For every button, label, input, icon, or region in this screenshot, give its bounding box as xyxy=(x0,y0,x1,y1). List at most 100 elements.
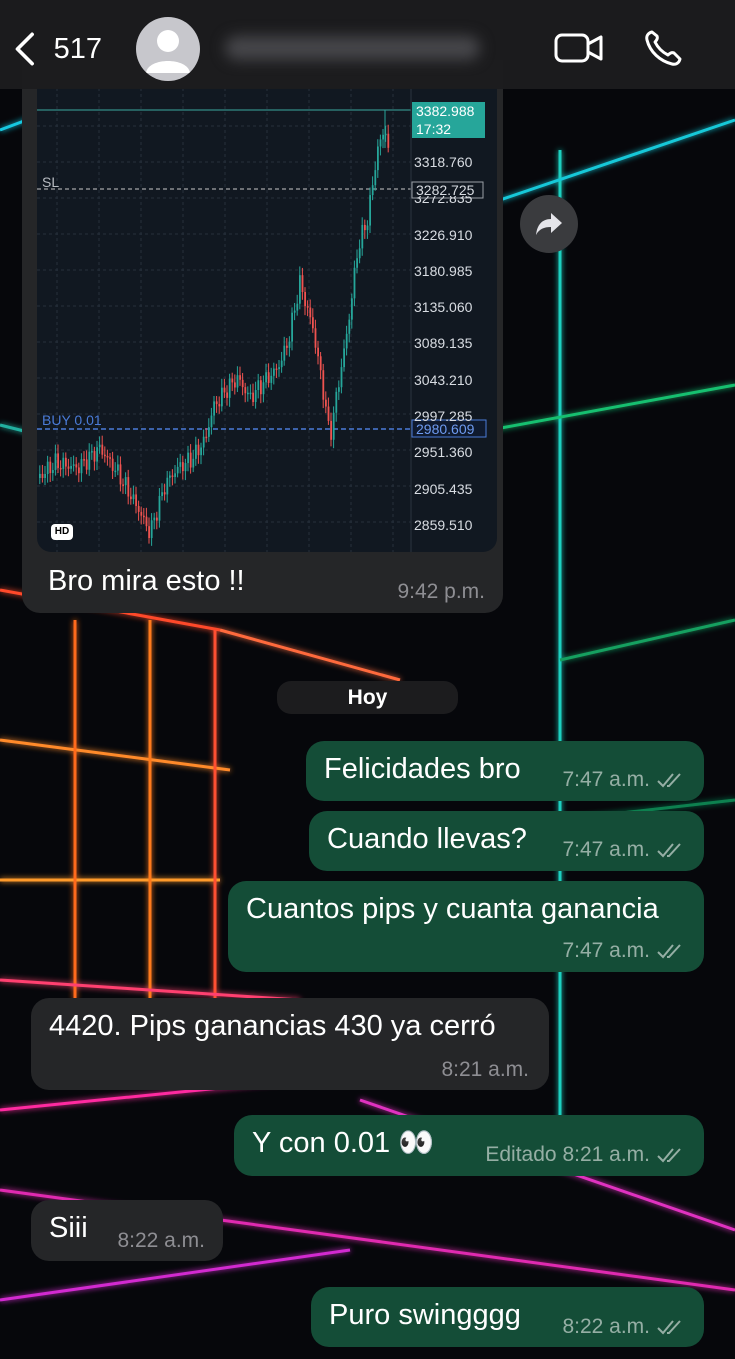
candle-body xyxy=(174,473,176,477)
candle-body xyxy=(356,258,358,268)
candle-body xyxy=(267,372,270,383)
message-time: 7:47 a.m. xyxy=(562,768,686,792)
candle-body xyxy=(49,461,52,474)
sl-label: SL xyxy=(42,174,60,190)
avatar[interactable] xyxy=(136,17,200,81)
candle-body xyxy=(91,451,93,453)
candle-body xyxy=(153,517,156,521)
message-bubble-outgoing[interactable]: Cuando llevas? 7:47 a.m. xyxy=(309,811,704,871)
message-time: 7:47 a.m. xyxy=(562,838,686,862)
candle-body xyxy=(179,462,182,467)
candle-body xyxy=(317,347,319,357)
candle-body xyxy=(163,492,166,495)
candle-body xyxy=(301,275,304,293)
candle-body xyxy=(293,310,296,313)
candle-body xyxy=(210,415,213,428)
buy-label: BUY 0.01 xyxy=(42,412,102,428)
double-check-icon xyxy=(657,944,681,959)
message-text: Bro mira esto !! xyxy=(48,565,245,597)
double-check-icon xyxy=(657,773,681,788)
message-bubble-outgoing[interactable]: Cuantos pips y cuanta ganancia 7:47 a.m. xyxy=(228,881,704,972)
double-check-icon xyxy=(657,1148,681,1163)
candle-body xyxy=(158,496,161,521)
chat-header: 517 xyxy=(0,0,735,89)
candle-body xyxy=(249,392,252,395)
candle-body xyxy=(109,457,111,459)
candle-body xyxy=(288,341,291,348)
candle-body xyxy=(244,387,247,394)
candle-body xyxy=(161,492,163,497)
candle-body xyxy=(75,464,78,468)
candle-body xyxy=(39,473,41,478)
candle-body xyxy=(140,511,143,516)
candle-body xyxy=(182,462,184,472)
candle-body xyxy=(335,391,338,413)
chart-screenshot-image[interactable]: 3382.988 17:32 3318.760 3282.725 3272.83… xyxy=(37,88,497,552)
candle-body xyxy=(200,447,202,456)
price-tick: 3272.835 xyxy=(414,196,473,204)
candle-body xyxy=(88,451,91,470)
message-bubble-outgoing[interactable]: Puro swingggg 8:22 a.m. xyxy=(311,1287,704,1347)
candle-body xyxy=(322,370,325,400)
candle-body xyxy=(62,457,65,469)
candle-body xyxy=(156,517,158,521)
candle-body xyxy=(93,451,96,462)
candle-body xyxy=(111,458,114,471)
phone-icon[interactable] xyxy=(640,28,692,68)
message-text: Cuando llevas? xyxy=(327,823,527,855)
candle-body xyxy=(312,317,314,329)
candle-body xyxy=(319,356,322,371)
candle-body xyxy=(327,406,330,421)
date-separator: Hoy xyxy=(277,681,458,714)
candle-body xyxy=(96,447,98,462)
candle-body xyxy=(52,470,54,474)
candle-body xyxy=(114,470,117,473)
back-button[interactable]: 517 xyxy=(12,28,102,70)
candle-body xyxy=(340,367,343,388)
candle-body xyxy=(236,375,239,388)
candle-body xyxy=(54,453,57,471)
candle-body xyxy=(366,225,369,231)
candle-body xyxy=(343,348,345,368)
candle-body xyxy=(106,455,109,458)
candle-body xyxy=(169,475,171,478)
candle-body xyxy=(291,312,293,342)
candle-body xyxy=(189,452,192,468)
candle-body xyxy=(215,401,218,405)
candle-body xyxy=(260,380,262,395)
message-bubble-incoming[interactable]: 3382.988 17:32 3318.760 3282.725 3272.83… xyxy=(22,60,503,613)
candle-body xyxy=(132,494,135,500)
candle-body xyxy=(124,477,127,486)
message-bubble-incoming[interactable]: Siii 8:22 a.m. xyxy=(31,1200,223,1261)
candle-body xyxy=(309,307,312,318)
buy-price-label: 2980.609 xyxy=(416,421,475,437)
message-time: 8:21 a.m. xyxy=(441,1058,529,1081)
candle-body xyxy=(254,390,257,403)
candle-body xyxy=(197,444,200,456)
timer-label: 17:32 xyxy=(416,121,452,137)
message-bubble-incoming[interactable]: 4420. Pips ganancias 430 ya cerró 8:21 a… xyxy=(31,998,549,1090)
message-time: 8:22 a.m. xyxy=(117,1229,205,1252)
candle-body xyxy=(353,267,356,299)
candle-body xyxy=(85,459,88,470)
message-time: Editado 8:21 a.m. xyxy=(485,1143,686,1167)
candle-body xyxy=(195,444,197,459)
candle-body xyxy=(364,224,366,231)
forward-button[interactable] xyxy=(520,195,578,253)
contact-name-redacted[interactable] xyxy=(225,36,480,60)
candle-body xyxy=(257,380,260,391)
price-tick: 3043.210 xyxy=(414,372,473,388)
candle-body xyxy=(223,387,226,393)
candle-body xyxy=(202,436,205,448)
price-tick: 3226.910 xyxy=(414,227,473,243)
message-bubble-outgoing[interactable]: Y con 0.01 👀 Editado 8:21 a.m. xyxy=(234,1115,704,1176)
candle-body xyxy=(306,306,309,308)
candle-body xyxy=(184,463,187,472)
price-tick: 2859.510 xyxy=(414,517,473,533)
message-text: Siii xyxy=(49,1212,88,1244)
candle-body xyxy=(166,477,169,495)
video-call-icon[interactable] xyxy=(553,28,605,68)
candle-body xyxy=(325,399,327,407)
message-time: 7:47 a.m. xyxy=(562,939,686,963)
message-bubble-outgoing[interactable]: Felicidades bro 7:47 a.m. xyxy=(306,741,704,801)
